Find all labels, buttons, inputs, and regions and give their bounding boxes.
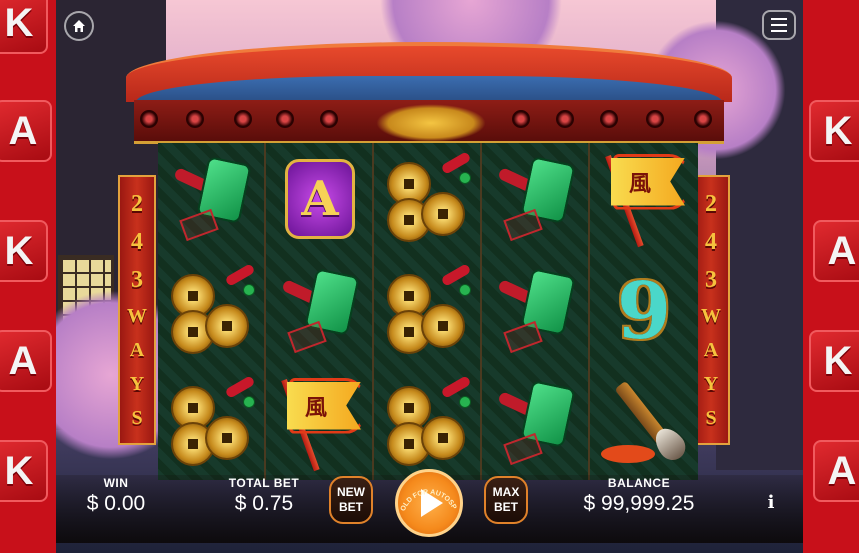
symbol-gold-coins — [158, 255, 266, 367]
banner-char: 2 — [131, 191, 143, 217]
right-dice-panel: K A K A — [803, 0, 859, 553]
max-bet-button[interactable]: MAX BET — [484, 476, 528, 524]
left-dice-panel: K A K A K — [0, 0, 56, 553]
reel-grid: A 風 風 9 — [158, 143, 698, 480]
new-bet-button[interactable]: NEW BET — [329, 476, 373, 524]
total-bet-label: TOTAL BET — [228, 476, 300, 490]
die-tile: K — [809, 100, 859, 162]
reel-1 — [158, 143, 266, 480]
roof-knob — [276, 110, 294, 128]
symbol-wind-flag: 風 — [266, 367, 374, 479]
banner-char: 4 — [131, 229, 143, 255]
max-bet-label-line2: BET — [494, 500, 518, 514]
banner-char: Y — [703, 373, 719, 395]
die-tile: A — [0, 100, 52, 162]
symbol-gold-coins — [374, 143, 482, 255]
spin-button[interactable] — [395, 469, 463, 537]
symbol-nine: 9 — [590, 255, 698, 367]
banner-char: 3 — [705, 267, 717, 293]
symbol-gold-coins — [374, 367, 482, 479]
home-icon — [73, 20, 85, 32]
banner-char: 2 — [705, 191, 717, 217]
reel-4 — [482, 143, 590, 480]
menu-button[interactable] — [762, 10, 796, 40]
banner-char: Y — [129, 373, 145, 395]
banner-char: S — [131, 407, 143, 429]
die-tile: K — [809, 330, 859, 392]
balance-display: BALANCE $ 99,999.25 — [582, 476, 696, 516]
symbol-gold-coins — [374, 255, 482, 367]
roof-knob — [556, 110, 574, 128]
die-tile: A — [813, 220, 859, 282]
total-bet-value: $ 0.75 — [234, 492, 294, 515]
info-button[interactable]: i — [760, 492, 782, 514]
roof-knob — [694, 110, 712, 128]
symbol-jade-seal — [266, 255, 374, 367]
new-bet-label-line2: BET — [339, 500, 363, 514]
die-tile: A — [0, 330, 52, 392]
symbol-wind-flag: 風 — [590, 143, 698, 255]
die-tile: K — [0, 0, 48, 54]
letter-a-symbol: A — [285, 159, 355, 239]
flag-glyph: 風 — [287, 381, 361, 430]
die-tile: K — [0, 440, 48, 502]
symbol-ink-brush — [590, 367, 698, 479]
balance-value: $ 99,999.25 — [583, 492, 695, 515]
roof-knob — [600, 110, 618, 128]
menu-icon — [771, 18, 787, 20]
nine-symbol: 9 — [616, 265, 672, 357]
banner-char: 4 — [705, 229, 717, 255]
roof-knob — [140, 110, 158, 128]
win-label: WIN — [103, 476, 129, 490]
symbol-letter-a: A — [266, 143, 374, 255]
symbol-jade-seal — [482, 367, 590, 479]
banner-char: A — [129, 339, 145, 361]
banner-char: S — [705, 407, 717, 429]
info-icon: i — [767, 492, 775, 513]
banner-char: W — [127, 305, 147, 327]
win-display: WIN $ 0.00 — [86, 476, 146, 516]
new-bet-label-line1: NEW — [337, 485, 365, 499]
banner-char: 3 — [131, 267, 143, 293]
ways-banner-left: 2 4 3 W A Y S — [118, 175, 156, 445]
total-bet-display: TOTAL BET $ 0.75 — [226, 476, 302, 516]
home-button[interactable] — [64, 11, 94, 41]
symbol-jade-seal — [482, 255, 590, 367]
reel-5: 風 9 — [590, 143, 698, 480]
symbol-jade-seal — [482, 143, 590, 255]
banner-char: A — [703, 339, 719, 361]
die-tile: A — [813, 440, 859, 502]
die-tile: K — [0, 220, 48, 282]
roof-ornament — [376, 104, 486, 142]
temple-roof — [126, 42, 732, 147]
roof-knob — [234, 110, 252, 128]
symbol-gold-coins — [158, 367, 266, 479]
roof-knob — [320, 110, 338, 128]
max-bet-label-line1: MAX — [492, 485, 520, 499]
roof-knob — [646, 110, 664, 128]
reel-2: A 風 — [266, 143, 374, 480]
symbol-jade-seal — [158, 143, 266, 255]
play-icon — [421, 489, 443, 517]
win-value: $ 0.00 — [86, 492, 146, 515]
roof-knob — [186, 110, 204, 128]
banner-char: W — [701, 305, 721, 327]
roof-knob — [512, 110, 530, 128]
flag-glyph: 風 — [611, 157, 685, 206]
balance-label: BALANCE — [607, 476, 671, 490]
reel-3 — [374, 143, 482, 480]
